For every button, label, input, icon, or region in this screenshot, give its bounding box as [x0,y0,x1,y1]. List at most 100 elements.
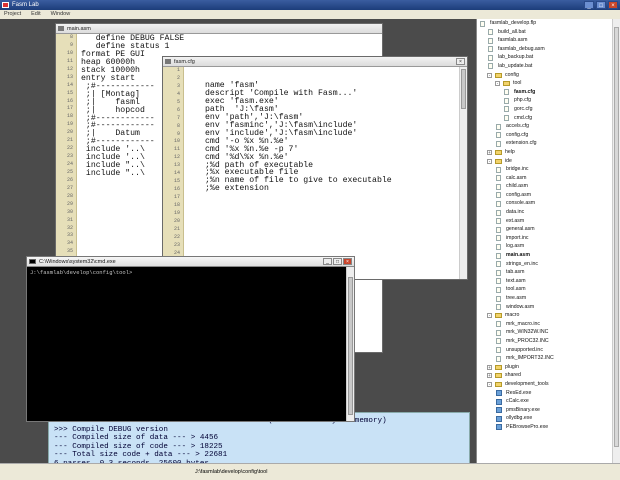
file-icon [496,132,501,139]
tree-item[interactable]: data.inc [477,208,613,217]
tree-item[interactable]: - tool [477,79,613,88]
tree-item[interactable]: build_all.bat [477,28,613,37]
tree-item[interactable]: extension.cfg [477,139,613,148]
menu-edit[interactable]: Edit [31,10,40,19]
fasm-cfg-code[interactable]: name 'fasm' descript 'Compile with Fasm..… [205,81,392,193]
tree-item-label: mrk_IMPORT32.INC [506,355,554,362]
tree-item[interactable]: console.asm [477,199,613,208]
tree-item[interactable]: calc.asm [477,174,613,183]
tree-item[interactable]: + plugin [477,363,613,372]
tree-item[interactable]: - config [477,71,613,80]
tree-item[interactable]: config.asm [477,191,613,200]
tree-item[interactable]: - ide [477,157,613,166]
tree-item[interactable]: general.asm [477,225,613,234]
file-icon [496,355,501,362]
scrollbar-thumb[interactable] [348,277,353,415]
tree-item[interactable]: unsupported.inc [477,346,613,355]
vertical-scrollbar[interactable] [612,19,620,463]
vertical-scrollbar[interactable] [459,67,467,279]
file-icon [496,329,501,336]
executable-icon [496,407,502,414]
tree-item[interactable]: lab_backup.bat [477,53,613,62]
file-icon [496,286,501,293]
file-icon [496,261,501,268]
tree-item[interactable]: ResEd.exe [477,389,613,398]
file-icon [496,269,501,276]
cmd-titlebar[interactable]: C:\Windows\system32\cmd.exe _ □ × [27,257,354,267]
tree-item-label: ide [505,157,512,164]
cmd-prompt[interactable]: J:\fasmlab\develop\config\tool> [30,269,132,276]
tree-item[interactable]: import.inc [477,234,613,243]
tree-item[interactable]: tool.asm [477,285,613,294]
tree-item-label: macro [505,312,520,319]
tree-expander-icon[interactable]: - [487,381,492,387]
tree-item[interactable]: text.asm [477,277,613,286]
tree-expander-icon[interactable]: + [487,373,492,379]
maximize-icon[interactable]: □ [596,1,606,9]
app-icon [2,2,9,8]
tree-expander-icon[interactable]: - [495,81,500,87]
cmd-console-window[interactable]: C:\Windows\system32\cmd.exe _ □ × J:\fas… [26,256,355,422]
tree-item[interactable]: tab.asm [477,268,613,277]
tree-item[interactable]: lab_update.bat [477,62,613,71]
tree-expander-icon[interactable]: + [487,149,492,155]
tree-item[interactable]: ollydbg.exe [477,414,613,423]
tree-item[interactable]: ext.asm [477,217,613,226]
tree-expander-icon[interactable]: - [487,72,492,78]
line-number: 21 [66,137,73,144]
tree-item[interactable]: child.asm [477,182,613,191]
tree-item[interactable]: fasmlab.asm [477,36,613,45]
tree-item-label: log.asm [506,243,525,250]
tree-item[interactable]: fasmlab_develop.flp [477,19,613,28]
tree-expander-icon[interactable]: - [487,158,492,164]
close-icon[interactable]: × [608,1,618,9]
minimize-icon[interactable]: _ [584,1,594,9]
tree-item-label: php.cfg [514,97,532,104]
tree-item[interactable]: cmd.cfg [477,114,613,123]
tree-item[interactable]: mrk_PROC32.INC [477,337,613,346]
tree-item[interactable]: gorc.cfg [477,105,613,114]
tree-item[interactable]: bridge.inc [477,165,613,174]
executable-icon [496,398,502,405]
tree-item[interactable]: - development_tools [477,380,613,389]
tree-item[interactable]: mrk_WIN32W.INC [477,328,613,337]
tree-item[interactable]: PEBrowsePro.exe [477,423,613,432]
scrollbar-thumb[interactable] [461,69,466,109]
tree-item[interactable]: window.asm [477,303,613,312]
tree-item-label: lab_backup.bat [498,54,534,61]
tree-expander-icon[interactable]: + [487,364,492,370]
maximize-icon[interactable]: □ [333,258,342,265]
tree-item[interactable]: php.cfg [477,96,613,105]
tree-item[interactable]: cCalc.exe [477,397,613,406]
tree-item[interactable]: mrk_macro.inc [477,320,613,329]
minimize-icon[interactable]: _ [323,258,332,265]
tree-item-label: PEBrowsePro.exe [506,423,549,430]
menu-window[interactable]: Window [51,10,71,19]
tree-item[interactable]: tree.asm [477,294,613,303]
tree-item[interactable]: main.asm [477,251,613,260]
fasm-cfg-titlebar[interactable]: fasm.cfg × [163,57,467,67]
tree-item[interactable]: + shared [477,371,613,380]
vertical-scrollbar[interactable] [346,267,354,421]
tree-item[interactable]: + help [477,148,613,157]
fasm-cfg-editor-window[interactable]: fasm.cfg × 1 2 3 4 5 6 7 8 9 10 11 12 13 14 15 16 17 18 19… [162,56,468,280]
line-number: 15 [173,178,180,185]
scrollbar-thumb[interactable] [614,27,619,447]
menu-project[interactable]: Project [4,10,21,19]
tree-item[interactable]: fasm.cfg [477,88,613,97]
main-asm-titlebar[interactable]: main.asm [56,24,382,34]
tree-item[interactable]: accels.cfg [477,122,613,131]
tree-item[interactable]: fasmlab_debug.asm [477,45,613,54]
close-icon[interactable]: × [456,58,465,65]
tree-item[interactable]: - macro [477,311,613,320]
tree-expander-icon[interactable]: - [487,313,492,319]
close-icon[interactable]: × [343,258,352,265]
tree-item[interactable]: log.asm [477,242,613,251]
line-number: 11 [66,57,73,64]
folder-icon [495,364,502,370]
tree-item[interactable]: config.cfg [477,131,613,140]
line-number: 18 [66,113,73,120]
tree-item[interactable]: strings_en.inc [477,260,613,269]
tree-item[interactable]: pmsBinary.exe [477,406,613,415]
tree-item[interactable]: mrk_IMPORT32.INC [477,354,613,363]
